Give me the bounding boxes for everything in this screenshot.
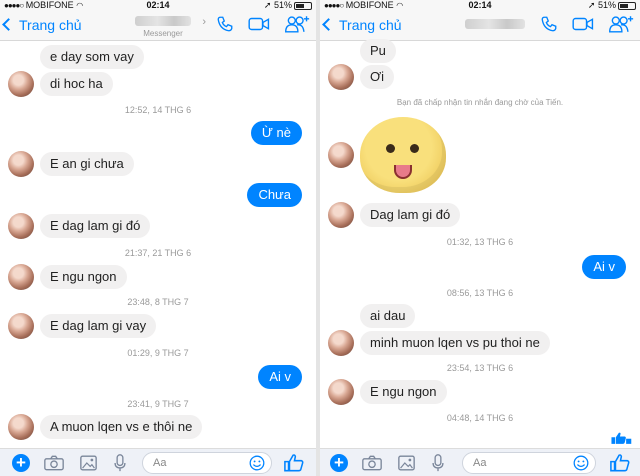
incoming-message-bubble[interactable]: Ơi (360, 65, 395, 89)
back-button[interactable]: Trang chủ (322, 17, 402, 33)
incoming-message-bubble[interactable]: ai dau (360, 304, 416, 328)
chevron-right-icon: › (202, 16, 206, 28)
add-people-icon[interactable] (608, 15, 634, 33)
timestamp: 23:54, 13 THG 6 (446, 363, 514, 373)
camera-icon[interactable] (44, 455, 64, 471)
emoji-icon[interactable] (573, 455, 589, 471)
back-label: Trang chủ (339, 17, 402, 33)
back-button[interactable]: Trang chủ (2, 17, 82, 33)
outgoing-message-bubble[interactable]: Ai v (582, 255, 626, 279)
avatar[interactable] (8, 71, 34, 97)
phone-icon[interactable] (216, 15, 234, 33)
thumbs-up-icon[interactable] (610, 453, 630, 472)
timestamp: 01:32, 13 THG 6 (446, 237, 514, 247)
avatar[interactable] (328, 142, 354, 168)
image-icon[interactable] (80, 455, 97, 471)
incoming-message-bubble[interactable]: E an gi chưa (40, 152, 134, 176)
incoming-message-bubble[interactable]: E dag lam gi đó (40, 214, 151, 238)
thumbs-up-icon[interactable] (284, 453, 304, 472)
nav-bar: Trang chủ Messenger › (0, 11, 316, 41)
incoming-message-bubble[interactable]: E dag lam gi vay (40, 314, 157, 338)
contact-name-blurred (135, 16, 191, 26)
contact-header[interactable] (450, 17, 540, 29)
composer-bar: + Aa (0, 448, 316, 476)
contact-subtitle: Messenger (143, 29, 183, 38)
message-input[interactable]: Aa (462, 452, 596, 474)
incoming-message-bubble[interactable]: Dag lam gi đó (360, 203, 461, 227)
avatar[interactable] (328, 202, 354, 228)
battery-percent: 51% (273, 0, 292, 10)
status-bar: ●●●●○ MOBIFONE ◠ 02:14 ➚ 51% (0, 0, 316, 11)
incoming-message-bubble[interactable]: E ngu ngon (40, 265, 127, 289)
location-icon: ➚ (587, 0, 596, 10)
incoming-message-bubble[interactable]: Pu (360, 39, 396, 63)
microphone-icon[interactable] (114, 454, 126, 472)
thumbs-up-sent-icon (611, 432, 632, 444)
contact-header[interactable]: Messenger › (118, 14, 208, 38)
message-input[interactable]: Aa (142, 452, 272, 474)
avatar[interactable] (328, 379, 354, 405)
avatar[interactable] (328, 330, 354, 356)
timestamp: 04:48, 14 THG 6 (446, 413, 514, 423)
avatar[interactable] (8, 264, 34, 290)
video-camera-icon[interactable] (572, 15, 594, 33)
timestamp: 21:37, 21 THG 6 (124, 248, 192, 258)
image-icon[interactable] (398, 455, 415, 471)
status-bar: ●●●●○ MOBIFONE ◠ 02:14 ➚ 51% (320, 0, 640, 11)
phone-icon[interactable] (540, 15, 558, 33)
system-message: Bạn đã chấp nhận tin nhắn đang chờ của T… (396, 98, 564, 107)
video-camera-icon[interactable] (248, 15, 270, 33)
timestamp: 08:56, 13 THG 6 (446, 288, 514, 298)
add-people-icon[interactable] (284, 15, 310, 33)
sticker-message[interactable] (360, 117, 446, 193)
composer-bar: + Aa (320, 448, 640, 476)
plus-icon[interactable]: + (12, 454, 30, 472)
nav-bar: Trang chủ (320, 11, 640, 41)
incoming-message-bubble[interactable]: e day som vay (40, 45, 144, 69)
contact-name-blurred (465, 19, 525, 29)
timestamp: 23:48, 8 THG 7 (127, 297, 189, 307)
chevron-left-icon (2, 18, 15, 31)
avatar[interactable] (8, 213, 34, 239)
camera-icon[interactable] (362, 455, 382, 471)
chat-screen-right: ●●●●○ MOBIFONE ◠ 02:14 ➚ 51% Trang chủ P… (320, 0, 640, 476)
chat-screen-left: ●●●●○ MOBIFONE ◠ 02:14 ➚ 51% Trang chủ M… (0, 0, 316, 476)
battery-icon (618, 1, 636, 10)
battery-percent: 51% (597, 0, 616, 10)
timestamp: 23:41, 9 THG 7 (127, 399, 189, 409)
chevron-left-icon (322, 18, 335, 31)
incoming-message-bubble[interactable]: A muon lqen vs e thôi ne (40, 415, 203, 439)
microphone-icon[interactable] (432, 454, 444, 472)
outgoing-message-bubble[interactable]: Ừ nè (250, 121, 302, 145)
avatar[interactable] (8, 313, 34, 339)
location-icon: ➚ (263, 0, 272, 10)
outgoing-message-bubble[interactable]: Chưa (247, 183, 302, 207)
back-label: Trang chủ (19, 17, 82, 33)
timestamp: 01:29, 9 THG 7 (127, 348, 189, 358)
avatar[interactable] (328, 64, 354, 90)
message-input-placeholder: Aa (473, 457, 487, 469)
battery-icon (294, 1, 312, 10)
avatar[interactable] (8, 414, 34, 440)
incoming-message-bubble[interactable]: di hoc ha (40, 72, 113, 96)
incoming-message-bubble[interactable]: minh muon lqen vs pu thoi ne (360, 331, 550, 355)
incoming-message-bubble[interactable]: E ngu ngon (360, 380, 447, 404)
message-thread[interactable]: e day som vay di hoc ha 12:52, 14 THG 6 Ừ n… (0, 41, 316, 448)
plus-icon[interactable]: + (330, 454, 348, 472)
outgoing-message-bubble[interactable]: Ai v (258, 365, 302, 389)
timestamp: 12:52, 14 THG 6 (124, 105, 192, 115)
message-input-placeholder: Aa (153, 457, 167, 469)
message-thread[interactable]: Pu Ơi Bạn đã chấp nhận tin nhắn đang chờ c… (320, 39, 640, 448)
emoji-icon[interactable] (249, 455, 265, 471)
avatar[interactable] (8, 151, 34, 177)
